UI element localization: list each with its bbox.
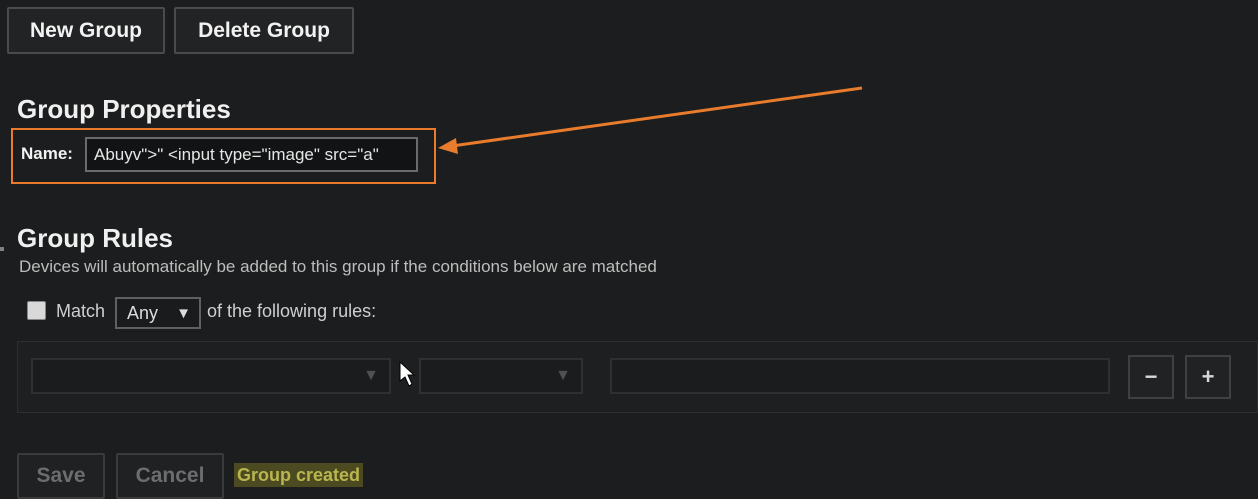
chevron-down-icon: ▼ <box>176 304 191 322</box>
cancel-button[interactable]: Cancel <box>116 453 224 499</box>
name-label: Name: <box>21 144 73 163</box>
delete-group-button[interactable]: Delete Group <box>174 7 354 54</box>
annotation-arrow <box>438 86 863 154</box>
edge-marker <box>0 247 4 251</box>
add-rule-button[interactable]: + <box>1185 355 1231 399</box>
chevron-down-icon: ▼ <box>555 367 571 384</box>
chevron-down-icon: ▼ <box>363 367 379 384</box>
match-mode-select[interactable]: Any ▼ <box>115 297 201 329</box>
group-properties-heading: Group Properties <box>17 94 231 124</box>
save-button[interactable]: Save <box>17 453 105 499</box>
status-badge: Group created <box>234 463 364 487</box>
match-mode-value: Any <box>127 302 159 323</box>
rule-value-input[interactable] <box>610 358 1110 394</box>
match-suffix-label: of the following rules: <box>207 301 377 321</box>
new-group-button[interactable]: New Group <box>7 7 165 54</box>
match-label: Match <box>56 301 106 321</box>
rule-operator-select[interactable]: ▼ <box>419 358 583 394</box>
match-checkbox[interactable] <box>27 301 46 320</box>
rule-field-select[interactable]: ▼ <box>31 358 391 394</box>
group-name-input[interactable]: Abuyv">" <input type="image" src="a" <box>85 137 418 172</box>
annotation-overlay <box>399 86 863 387</box>
group-rules-description: Devices will automatically be added to t… <box>19 257 657 276</box>
remove-rule-button[interactable]: − <box>1128 355 1174 399</box>
group-rules-heading: Group Rules <box>17 223 174 253</box>
